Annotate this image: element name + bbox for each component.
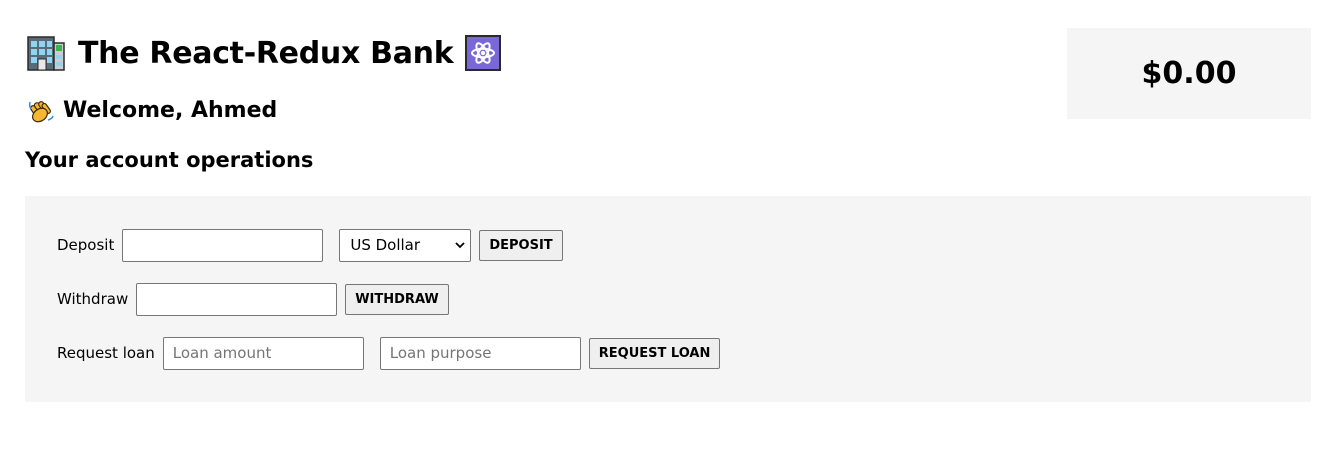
withdraw-row: Withdraw WITHDRAW — [57, 282, 449, 316]
loan-label: Request loan — [57, 344, 155, 362]
deposit-button[interactable]: DEPOSIT — [479, 229, 563, 261]
withdraw-amount-input[interactable] — [136, 282, 338, 316]
welcome-message: Welcome, Ahmed — [27, 96, 277, 124]
app-header: The React-Redux Bank — [27, 33, 502, 73]
loan-purpose-input[interactable] — [379, 336, 581, 370]
waving-hand-icon — [27, 96, 55, 124]
chevron-down-icon — [455, 242, 465, 249]
operations-panel: Deposit US Dollar DEPOSIT Withdraw WITHD… — [25, 196, 1311, 402]
request-loan-button[interactable]: REQUEST LOAN — [588, 337, 721, 369]
bank-building-icon — [27, 35, 65, 71]
currency-selected-value: US Dollar — [350, 236, 421, 254]
deposit-amount-input[interactable] — [122, 228, 324, 262]
loan-amount-input[interactable] — [162, 336, 364, 370]
loan-row: Request loan REQUEST LOAN — [57, 336, 721, 370]
withdraw-button[interactable]: WITHDRAW — [345, 283, 449, 315]
withdraw-label: Withdraw — [57, 290, 129, 308]
deposit-label: Deposit — [57, 236, 115, 254]
page-title: The React-Redux Bank — [78, 35, 454, 71]
atom-icon — [465, 35, 502, 71]
operations-heading: Your account operations — [25, 148, 314, 172]
welcome-text: Welcome, Ahmed — [63, 97, 278, 123]
currency-select[interactable]: US Dollar — [339, 228, 472, 262]
deposit-row: Deposit US Dollar DEPOSIT — [57, 228, 563, 262]
balance-display: $0.00 — [1067, 28, 1311, 119]
balance-amount: $0.00 — [1141, 56, 1237, 91]
bank-app: The React-Redux Bank Welcome, Ahmed $0.0… — [0, 0, 1334, 453]
